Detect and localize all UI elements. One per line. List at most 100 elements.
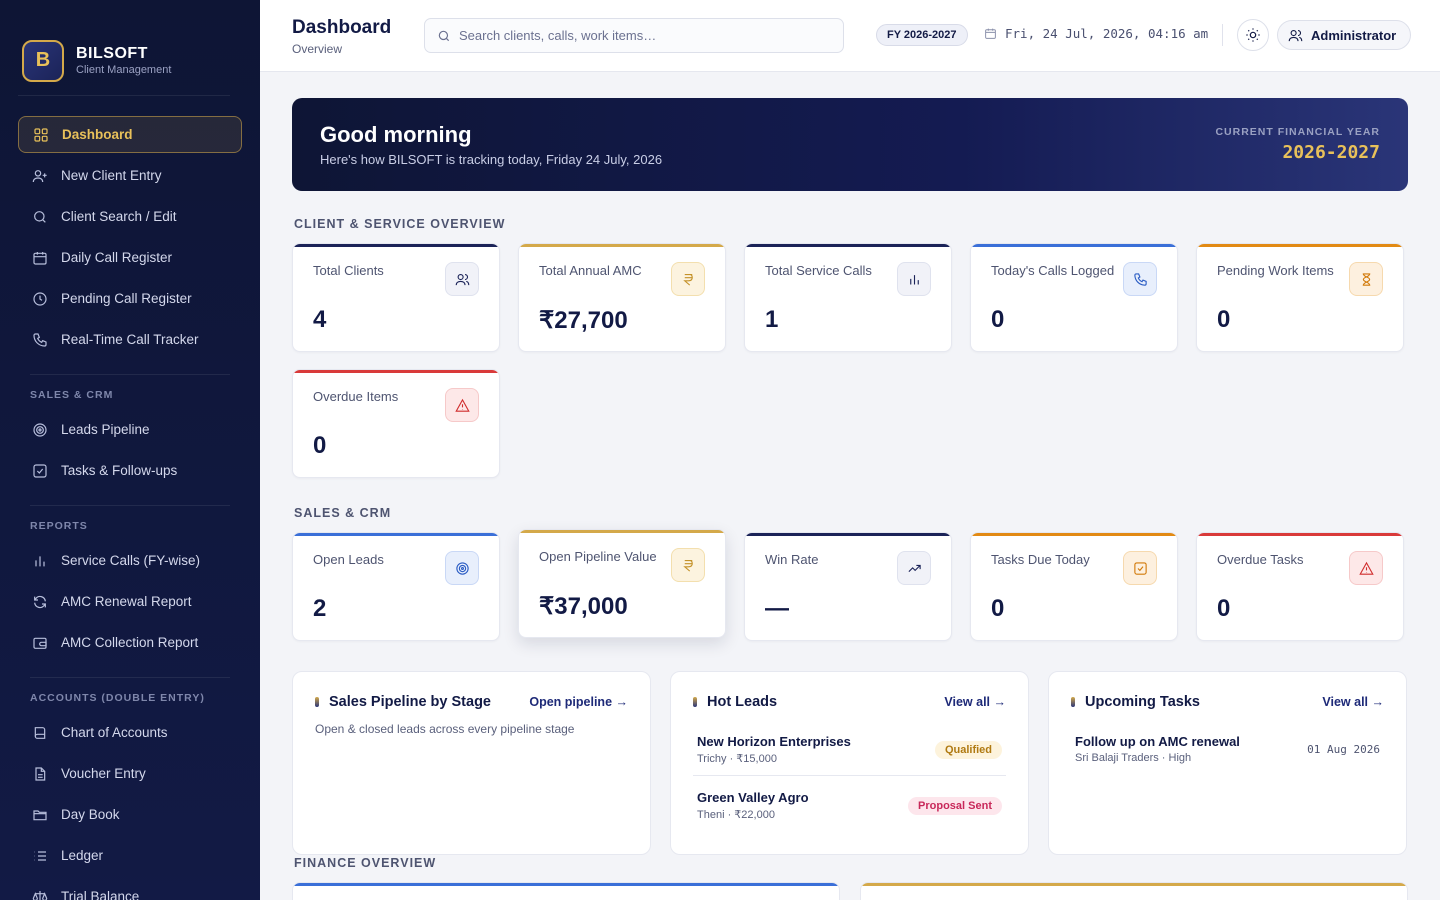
calendar-icon [33, 251, 47, 265]
stat-icon [445, 262, 479, 296]
sidebar-item-pending-call-register[interactable]: Pending Call Register [18, 280, 242, 317]
view-all-tasks-link[interactable]: View all → [1322, 695, 1384, 709]
stat-card-pending-work-items[interactable]: Pending Work Items 0 [1196, 243, 1404, 352]
sidebar-item-new-client-entry[interactable]: New Client Entry [18, 157, 242, 194]
stat-label: Today's Calls Logged [991, 263, 1115, 278]
stat-icon [897, 262, 931, 296]
stat-card-total-annual-amc[interactable]: Total Annual AMC ₹27,700 [518, 243, 726, 352]
divider [30, 374, 230, 375]
list-item[interactable]: Follow up on AMC renewal Sri Balaji Trad… [1071, 728, 1384, 774]
stat-value: 1 [765, 306, 779, 333]
target-icon [455, 561, 469, 575]
wallet-icon [33, 637, 47, 649]
list-item[interactable]: Green Valley Agro Theni · ₹22,000 Propos… [693, 775, 1006, 831]
stat-label: Pending Work Items [1217, 263, 1334, 278]
sidebar: B BILSOFT Client Management Dashboard Ne… [0, 0, 260, 900]
stat-icon [1349, 262, 1383, 296]
divider [30, 505, 230, 506]
stat-label: Overdue Tasks [1217, 552, 1304, 567]
divider [30, 677, 230, 678]
clock-icon [33, 291, 47, 306]
stat-card-open-pipeline-value[interactable]: Open Pipeline Value ₹37,000 [518, 529, 726, 638]
search-icon [34, 210, 46, 223]
stat-card-total-clients[interactable]: Total Clients 4 [292, 243, 500, 352]
sidebar-item-tasks-follow-ups[interactable]: Tasks & Follow-ups [18, 452, 242, 489]
sidebar-item-ledger[interactable]: Ledger [18, 837, 242, 874]
stat-icon [671, 548, 705, 582]
sidebar-item-client-search[interactable]: Client Search / Edit [18, 198, 242, 235]
stat-label: Open Pipeline Value [539, 549, 657, 564]
sidebar-item-amc-collection-report[interactable]: AMC Collection Report [18, 624, 242, 661]
stat-value: 0 [1217, 595, 1231, 622]
bar-chart-icon [909, 274, 919, 284]
sidebar-item-service-calls[interactable]: Service Calls (FY-wise) [18, 542, 242, 579]
current-datetime: Fri, 24 Jul, 2026, 04:16 am [984, 26, 1208, 41]
stat-card-todays-calls-logged[interactable]: Today's Calls Logged 0 [970, 243, 1178, 352]
user-plus-icon [32, 169, 47, 182]
brand[interactable]: B BILSOFT Client Management [18, 0, 230, 96]
brand-name: BILSOFT [76, 45, 148, 62]
sidebar-item-real-time-call-tracker[interactable]: Real-Time Call Tracker [18, 321, 242, 358]
stat-label: Win Rate [765, 552, 819, 567]
finance-cards [292, 882, 1408, 900]
global-search[interactable] [424, 18, 844, 53]
stat-value: ₹27,700 [539, 307, 628, 334]
finance-card[interactable] [860, 882, 1408, 900]
stat-icon [671, 262, 705, 296]
sidebar-item-leads-pipeline[interactable]: Leads Pipeline [18, 411, 242, 448]
sidebar-item-label: Tasks & Follow-ups [61, 463, 178, 478]
task-meta: Sri Balaji Traders · High [1075, 752, 1192, 764]
stat-icon [1123, 551, 1157, 585]
stat-card-overdue-tasks[interactable]: Overdue Tasks 0 [1196, 532, 1404, 641]
sidebar-item-chart-of-accounts[interactable]: Chart of Accounts [18, 714, 242, 751]
sidebar-item-label: Service Calls (FY-wise) [61, 553, 201, 568]
list-item[interactable]: New Horizon Enterprises Trichy · ₹15,000… [693, 728, 1006, 775]
theme-toggle-button[interactable] [1237, 19, 1269, 51]
users-icon [1288, 29, 1303, 41]
search-input[interactable] [459, 28, 839, 43]
sidebar-item-day-book[interactable]: Day Book [18, 796, 242, 833]
stat-card-open-leads[interactable]: Open Leads 2 [292, 532, 500, 641]
sidebar-item-amc-renewal-report[interactable]: AMC Renewal Report [18, 583, 242, 620]
lead-name: New Horizon Enterprises [697, 734, 851, 749]
refresh-icon [34, 595, 46, 608]
sidebar-item-dashboard[interactable]: Dashboard [18, 116, 242, 153]
sidebar-item-label: Dashboard [62, 127, 133, 142]
section-title: FINANCE OVERVIEW [294, 856, 437, 870]
open-pipeline-link[interactable]: Open pipeline → [529, 695, 628, 709]
panel-title-text: Upcoming Tasks [1085, 694, 1200, 710]
fy-badge[interactable]: FY 2026-2027 [876, 24, 968, 46]
sidebar-item-label: Voucher Entry [61, 766, 146, 781]
finance-card[interactable] [292, 882, 840, 900]
sidebar-item-label: Real-Time Call Tracker [61, 332, 199, 347]
title-marker [693, 697, 697, 707]
brand-subtitle: Client Management [76, 64, 172, 76]
status-badge: Proposal Sent [908, 796, 1002, 815]
stat-card-tasks-due-today[interactable]: Tasks Due Today 0 [970, 532, 1178, 641]
main-content: Good morning Here's how BILSOFT is track… [292, 98, 1408, 900]
sales-pipeline-panel: Sales Pipeline by Stage Open pipeline → … [292, 671, 651, 855]
book-icon [34, 726, 46, 739]
user-menu-button[interactable]: Administrator [1277, 20, 1412, 50]
sidebar-item-label: Client Search / Edit [61, 209, 177, 224]
sidebar-item-daily-call-register[interactable]: Daily Call Register [18, 239, 242, 276]
greeting-subtitle: Here's how BILSOFT is tracking today, Fr… [320, 152, 663, 167]
bar-chart-icon [35, 555, 45, 566]
hot-leads-panel: Hot Leads View all → New Horizon Enterpr… [670, 671, 1029, 855]
sidebar-item-voucher-entry[interactable]: Voucher Entry [18, 755, 242, 792]
stat-label: Open Leads [313, 552, 384, 567]
sidebar-nav: Dashboard New Client Entry Client Search… [0, 96, 260, 900]
alert-icon [454, 398, 470, 412]
rupee-icon [682, 559, 693, 572]
stat-card-total-service-calls[interactable]: Total Service Calls 1 [744, 243, 952, 352]
page-title: Dashboard [292, 17, 392, 38]
stat-icon [1349, 551, 1383, 585]
sidebar-item-label: Chart of Accounts [61, 725, 168, 740]
sidebar-item-trial-balance[interactable]: Trial Balance [18, 878, 242, 900]
sidebar-item-label: Pending Call Register [61, 291, 192, 306]
status-badge: Qualified [934, 740, 1002, 759]
stat-card-win-rate[interactable]: Win Rate — [744, 532, 952, 641]
fy-value: 2026-2027 [1282, 142, 1380, 163]
stat-card-overdue-items[interactable]: Overdue Items 0 [292, 369, 500, 478]
view-all-leads-link[interactable]: View all → [944, 695, 1006, 709]
